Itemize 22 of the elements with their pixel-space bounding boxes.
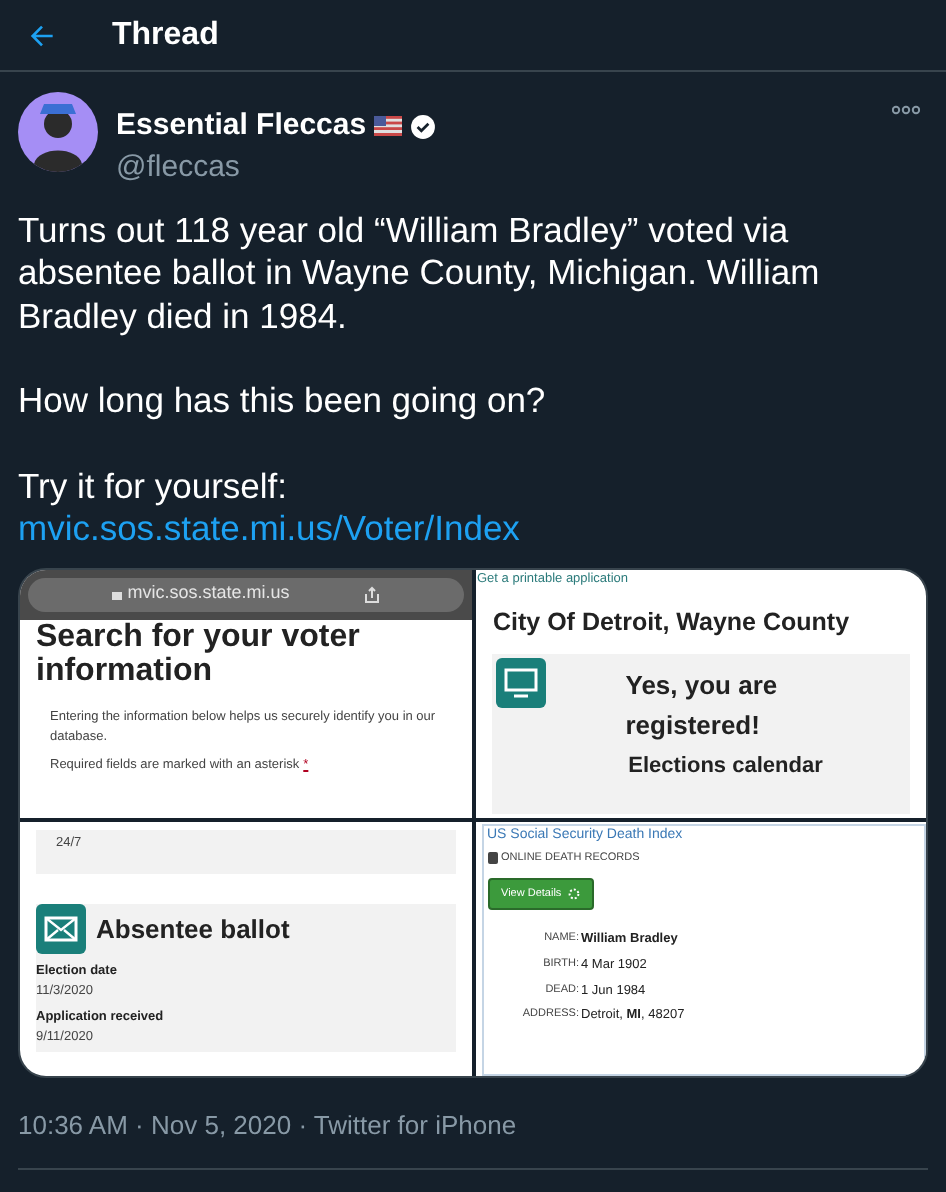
monitor-icon <box>495 658 545 708</box>
database-icon <box>487 851 497 864</box>
ballot-title: Absentee ballot <box>96 911 290 947</box>
tweet-timestamp[interactable]: 10:36 AM · Nov 5, 2020 · Twitter for iPhone <box>18 1105 928 1144</box>
flag-icon <box>374 116 403 137</box>
tweet-text: How long has this been going on? <box>18 380 548 423</box>
calendar-heading: Elections calendar <box>628 752 823 782</box>
tweet-text: Turns out 118 year old “William Bradley” voted via absentee ballot in Wayne County, Michigan. William Bradley died in 1984. <box>18 209 822 338</box>
page-title: Thread <box>112 15 219 55</box>
address-text: mvic.sos.state.mi.us <box>127 580 290 607</box>
spinner-icon <box>567 887 580 900</box>
tweet-link[interactable]: mvic.sos.state.mi.us/Voter/Index <box>18 508 916 551</box>
more-icon[interactable] <box>892 104 920 116</box>
city-heading: City Of Detroit, Wayne County <box>491 606 852 641</box>
share-icon <box>363 585 380 603</box>
page-heading: Search for your voter information <box>34 619 362 687</box>
display-name[interactable]: Essential Fleccas <box>116 104 367 149</box>
envelope-icon <box>36 903 86 954</box>
verified-icon <box>410 113 437 140</box>
registered-status: Yes, you are registered! <box>625 668 780 744</box>
user-handle[interactable]: @fleccas <box>116 149 892 185</box>
tweet-text: Try it for yourself: <box>18 465 290 508</box>
